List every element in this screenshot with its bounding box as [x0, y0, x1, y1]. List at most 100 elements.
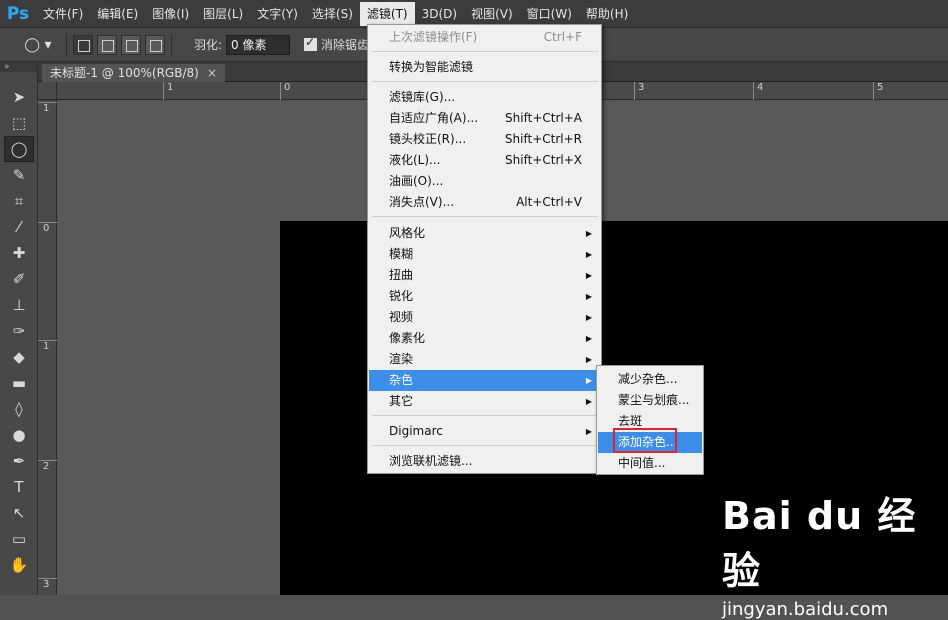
menu-item-lens-correction[interactable]: 镜头校正(R)... Shift+Ctrl+R — [369, 129, 600, 150]
move-tool-icon[interactable]: ➤ — [4, 84, 34, 110]
menu-edit[interactable]: 编辑(E) — [90, 2, 145, 26]
menu-item-pixelate[interactable]: 像素化 ▶ — [369, 328, 600, 349]
menu-item-noise[interactable]: 杂色 ▶ — [369, 370, 600, 391]
healing-brush-tool-icon[interactable]: ✚ — [4, 240, 34, 266]
menu-window[interactable]: 窗口(W) — [520, 2, 579, 26]
new-selection-button[interactable] — [73, 34, 93, 55]
submenu-arrow-icon: ▶ — [585, 427, 592, 436]
noise-submenu: 减少杂色... 蒙尘与划痕... 去斑 添加杂色... 中间值... — [596, 365, 704, 475]
menu-item-convert-smart-filters[interactable]: 转换为智能滤镜 — [369, 57, 600, 78]
ruler-label: 5 — [873, 82, 883, 100]
menu-filter[interactable]: 滤镜(T) — [359, 1, 415, 26]
menu-item-label: 镜头校正(R)... — [389, 132, 467, 146]
submenu-arrow-icon: ▶ — [585, 313, 592, 322]
menu-item-label: 其它 — [389, 394, 414, 408]
menu-item-shortcut: Alt+Ctrl+V — [516, 195, 582, 209]
menu-item-label: 上次滤镜操作(F) — [389, 30, 478, 44]
path-selection-tool-icon[interactable]: ↖ — [4, 500, 34, 526]
dodge-tool-icon[interactable]: ● — [4, 422, 34, 448]
menu-item-label: 消失点(V)... — [389, 195, 455, 209]
lasso-preset-icon[interactable]: ◯ ▾ — [14, 33, 62, 57]
menu-image[interactable]: 图像(I) — [145, 2, 196, 26]
ruler-label: 0 — [280, 82, 290, 100]
submenu-arrow-icon: ▶ — [585, 271, 592, 280]
menu-item-shortcut: Shift+Ctrl+X — [505, 153, 582, 167]
document-tab-title: 未标题-1 @ 100%(RGB/8) — [50, 66, 199, 80]
ruler-label: 1 — [163, 82, 173, 100]
submenu-item-reduce-noise[interactable]: 减少杂色... — [598, 369, 702, 390]
menu-item-distort[interactable]: 扭曲 ▶ — [369, 265, 600, 286]
eraser-tool-icon[interactable]: ◆ — [4, 344, 34, 370]
ruler-label: 4 — [753, 82, 763, 100]
watermark-logo: Bai du 经验 — [722, 494, 917, 593]
menu-item-label: 风格化 — [389, 226, 426, 240]
ruler-label: 0 — [38, 222, 57, 235]
menu-item-shortcut: Shift+Ctrl+R — [504, 132, 582, 146]
feather-input[interactable]: 0 像素 — [226, 34, 291, 55]
quick-selection-tool-icon[interactable]: ✎ — [4, 162, 34, 188]
menu-item-vanishing-point[interactable]: 消失点(V)... Alt+Ctrl+V — [369, 192, 600, 213]
menu-item-label: 扭曲 — [389, 268, 414, 282]
menu-3d[interactable]: 3D(D) — [415, 2, 464, 26]
menu-item-liquify[interactable]: 液化(L)... Shift+Ctrl+X — [369, 150, 600, 171]
menu-item-label: 渲染 — [389, 352, 414, 366]
menu-type[interactable]: 文字(Y) — [250, 2, 305, 26]
stamp-tool-icon[interactable]: ⊥ — [4, 292, 34, 318]
ruler-label: 3 — [634, 82, 644, 100]
panel-collapse-icon[interactable]: » — [0, 62, 37, 72]
menu-help[interactable]: 帮助(H) — [579, 2, 635, 26]
menu-layer[interactable]: 图层(L) — [196, 2, 250, 26]
menu-item-browse-online-filters[interactable]: 浏览联机滤镜... — [369, 451, 600, 472]
menu-item-sharpen[interactable]: 锐化 ▶ — [369, 286, 600, 307]
menu-separator — [372, 81, 598, 82]
lasso-tool-icon[interactable]: ◯ — [4, 136, 34, 162]
menu-select[interactable]: 选择(S) — [305, 2, 360, 26]
brush-tool-icon[interactable]: ✐ — [4, 266, 34, 292]
antialias-checkbox[interactable] — [304, 35, 318, 51]
vertical-ruler[interactable]: 1 0 1 2 3 — [38, 100, 57, 595]
type-tool-icon[interactable]: T — [4, 474, 34, 500]
submenu-item-median[interactable]: 中间值... — [598, 453, 702, 474]
pen-tool-icon[interactable]: ✒ — [4, 448, 34, 474]
subtract-selection-button[interactable] — [121, 34, 141, 55]
menu-item-digimarc[interactable]: Digimarc ▶ — [369, 421, 600, 442]
options-divider — [66, 33, 67, 56]
gradient-tool-icon[interactable]: ▬ — [4, 370, 34, 396]
submenu-arrow-icon: ▶ — [585, 334, 592, 343]
eyedropper-tool-icon[interactable]: ⁄ — [4, 214, 34, 240]
menu-item-oil-paint[interactable]: 油画(O)... — [369, 171, 600, 192]
menu-view[interactable]: 视图(V) — [464, 2, 520, 26]
menu-item-label: 杂色 — [389, 373, 414, 387]
document-tab[interactable]: 未标题-1 @ 100%(RGB/8) × — [42, 64, 225, 82]
menu-separator — [372, 216, 598, 217]
menu-item-stylize[interactable]: 风格化 ▶ — [369, 223, 600, 244]
marquee-tool-icon[interactable]: ⬚ — [4, 110, 34, 136]
submenu-item-dust-scratches[interactable]: 蒙尘与划痕... — [598, 390, 702, 411]
menu-item-filter-gallery[interactable]: 滤镜库(G)... — [369, 87, 600, 108]
menu-item-adaptive-wide-angle[interactable]: 自适应广角(A)... Shift+Ctrl+A — [369, 108, 600, 129]
antialias-label: 消除锯齿 — [321, 38, 370, 52]
close-icon[interactable]: × — [207, 64, 217, 82]
menu-item-render[interactable]: 渲染 ▶ — [369, 349, 600, 370]
blur-tool-icon[interactable]: ◊ — [4, 396, 34, 422]
menu-item-blur[interactable]: 模糊 ▶ — [369, 244, 600, 265]
menu-item-label: 自适应广角(A)... — [389, 111, 479, 125]
crop-tool-icon[interactable]: ⌗ — [4, 188, 34, 214]
menu-item-label: Digimarc — [389, 424, 443, 438]
menu-item-other[interactable]: 其它 ▶ — [369, 391, 600, 412]
ruler-origin[interactable] — [38, 82, 57, 100]
menu-file[interactable]: 文件(F) — [36, 2, 90, 26]
hand-tool-icon[interactable]: ✋ — [4, 552, 34, 578]
submenu-arrow-icon: ▶ — [585, 397, 592, 406]
shape-tool-icon[interactable]: ▭ — [4, 526, 34, 552]
add-selection-button[interactable] — [97, 34, 117, 55]
submenu-arrow-icon: ▶ — [585, 376, 592, 385]
intersect-selection-button[interactable] — [145, 34, 165, 55]
menu-item-shortcut: Ctrl+F — [543, 30, 582, 44]
menu-item-video[interactable]: 视频 ▶ — [369, 307, 600, 328]
menu-item-label: 转换为智能滤镜 — [389, 60, 474, 74]
menu-item-label: 像素化 — [389, 331, 426, 345]
history-brush-tool-icon[interactable]: ✑ — [4, 318, 34, 344]
baidu-jingyan-watermark: Bai du 经验 jingyan.baidu.com — [722, 485, 942, 620]
menu-item-label: 液化(L)... — [389, 153, 441, 167]
